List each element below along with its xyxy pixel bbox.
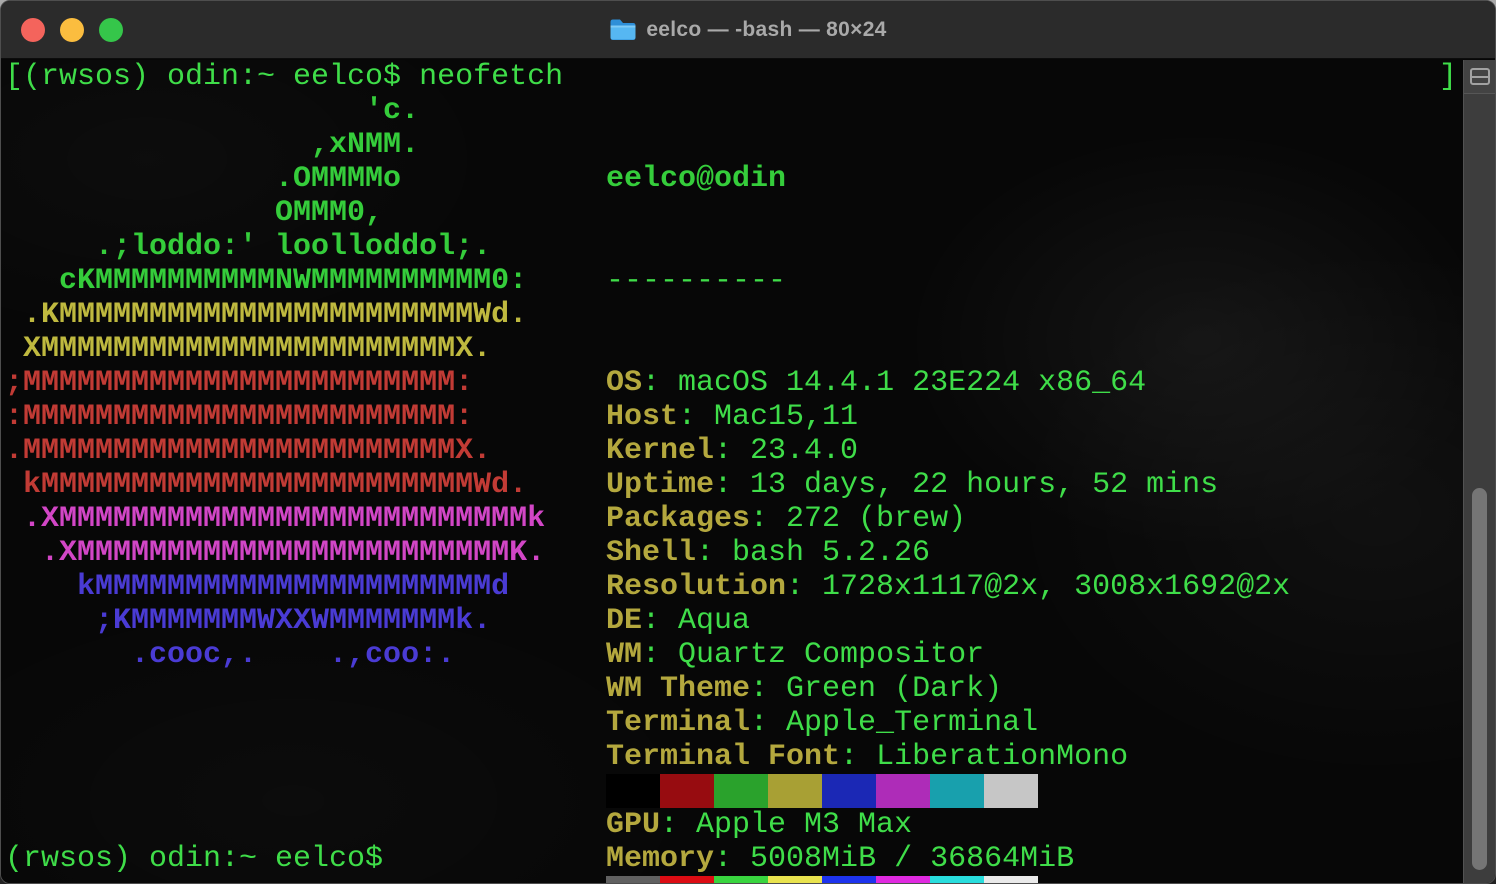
info-row: Uptime: 13 days, 22 hours, 52 mins	[606, 468, 1290, 502]
art-line: .XMMMMMMMMMMMMMMMMMMMMMMMMMMk	[5, 502, 545, 536]
palette-block	[984, 774, 1038, 808]
info-row: DE: Aqua	[606, 604, 1290, 638]
folder-icon	[609, 18, 636, 41]
palette-block	[984, 876, 1038, 884]
color-palette	[606, 706, 1038, 884]
info-row: WM Theme: Green (Dark)	[606, 672, 1290, 706]
right-bracket: ]	[1439, 60, 1457, 94]
art-line: .KMMMMMMMMMMMMMMMMMMMMMMMWd.	[5, 298, 545, 332]
terminal-window: eelco — -bash — 80×24 [(rwsos) odin:~ ee…	[0, 0, 1496, 884]
palette-block	[822, 876, 876, 884]
titlebar[interactable]: eelco — -bash — 80×24	[1, 1, 1495, 59]
neofetch-separator: ----------	[606, 264, 1290, 298]
info-row: WM: Quartz Compositor	[606, 638, 1290, 672]
terminal-content[interactable]: [(rwsos) odin:~ eelco$ neofetch ] 'c. ,x…	[1, 60, 1463, 883]
info-row: Packages: 272 (brew)	[606, 502, 1290, 536]
palette-block	[606, 774, 660, 808]
art-line: .;loddo:' loolloddol;.	[5, 230, 545, 264]
info-row: OS: macOS 14.4.1 23E224 x86_64	[606, 366, 1290, 400]
info-row: Host: Mac15,11	[606, 400, 1290, 434]
art-line: ,xNMM.	[5, 128, 545, 162]
palette-block	[768, 876, 822, 884]
window-title-group: eelco — -bash — 80×24	[609, 18, 886, 42]
traffic-lights	[21, 1, 123, 58]
palette-block	[876, 876, 930, 884]
palette-block	[930, 876, 984, 884]
info-row: Shell: bash 5.2.26	[606, 536, 1290, 570]
art-line: kMMMMMMMMMMMMMMMMMMMMMMd	[5, 570, 545, 604]
info-row: Kernel: 23.4.0	[606, 434, 1290, 468]
info-row: Resolution: 1728x1117@2x, 3008x1692@2x	[606, 570, 1290, 604]
art-line: ;KMMMMMMMWXXWMMMMMMMk.	[5, 604, 545, 638]
shell-prompt-bottom: (rwsos) odin:~ eelco$	[5, 842, 383, 876]
neofetch-ascii-art: 'c. ,xNMM. .OMMMMo OMMM0, .;loddo:' lool…	[5, 94, 545, 672]
split-pane-icon	[1470, 68, 1490, 85]
art-line: .XMMMMMMMMMMMMMMMMMMMMMMMMK.	[5, 536, 545, 570]
split-pane-button[interactable]	[1464, 60, 1495, 94]
palette-block	[714, 876, 768, 884]
art-line: .MMMMMMMMMMMMMMMMMMMMMMMMX.	[5, 434, 545, 468]
shell-prompt-line: [(rwsos) odin:~ eelco$ neofetch	[5, 60, 563, 94]
zoom-button[interactable]	[99, 18, 123, 42]
scrollbar-thumb[interactable]	[1472, 488, 1487, 870]
scrollbar[interactable]	[1463, 60, 1495, 883]
art-line: cKMMMMMMMMMMNWMMMMMMMMMM0:	[5, 264, 545, 298]
neofetch-host-title: eelco@odin	[606, 162, 1290, 196]
art-line: 'c.	[5, 94, 545, 128]
art-line: kMMMMMMMMMMMMMMMMMMMMMMMMWd.	[5, 468, 545, 502]
palette-block	[606, 876, 660, 884]
palette-block	[768, 774, 822, 808]
close-button[interactable]	[21, 18, 45, 42]
art-line: :MMMMMMMMMMMMMMMMMMMMMMMM:	[5, 400, 545, 434]
palette-block	[876, 774, 930, 808]
palette-row-normal	[606, 774, 1038, 808]
minimize-button[interactable]	[60, 18, 84, 42]
window-title: eelco — -bash — 80×24	[646, 18, 886, 42]
art-line: ;MMMMMMMMMMMMMMMMMMMMMMMM:	[5, 366, 545, 400]
palette-block	[660, 774, 714, 808]
art-line: .OMMMMo	[5, 162, 545, 196]
palette-block	[660, 876, 714, 884]
art-line: .cooc,. .,coo:.	[5, 638, 545, 672]
palette-block	[714, 774, 768, 808]
palette-block	[822, 774, 876, 808]
palette-block	[930, 774, 984, 808]
art-line: OMMM0,	[5, 196, 545, 230]
art-line: XMMMMMMMMMMMMMMMMMMMMMMMX.	[5, 332, 545, 366]
palette-row-bright	[606, 876, 1038, 884]
